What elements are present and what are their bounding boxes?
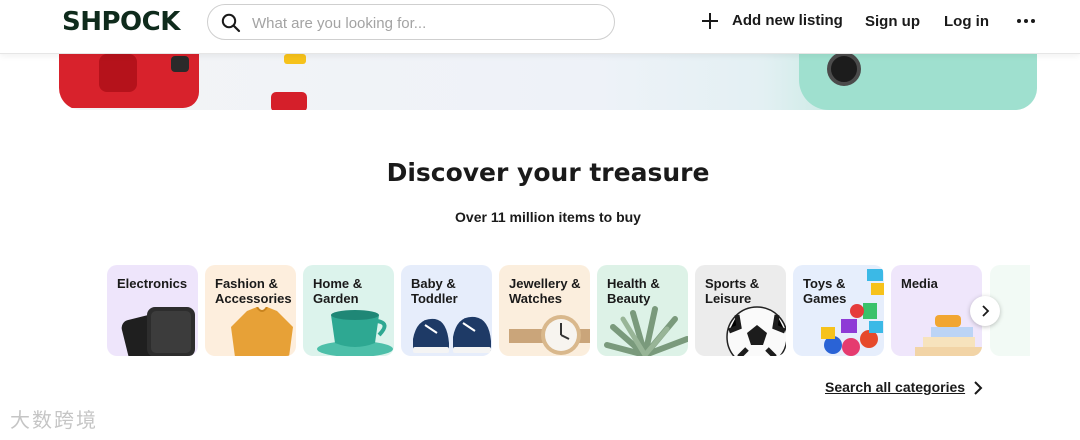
carousel-next-button[interactable] — [970, 296, 1000, 326]
sign-up-link[interactable]: Sign up — [865, 13, 920, 30]
add-listing-label: Add new listing — [732, 12, 843, 29]
category-carousel: Electronics Fashion & Accessories Home &… — [107, 265, 990, 356]
category-card-fashion[interactable]: Fashion & Accessories — [205, 265, 296, 356]
search-bar[interactable] — [207, 4, 615, 40]
add-listing-button[interactable]: Add new listing — [702, 12, 843, 29]
plant-icon — [604, 306, 688, 356]
category-card-baby-toddler[interactable]: Baby & Toddler — [401, 265, 492, 356]
toy-image-dark — [171, 56, 189, 72]
category-label: Baby & Toddler — [411, 276, 458, 306]
category-label: Sports & Leisure — [705, 276, 760, 306]
category-card-toys-games[interactable]: Toys & Games — [793, 265, 884, 356]
category-label: Jewellery & Watches — [509, 276, 581, 306]
category-label: Fashion & Accessories — [215, 276, 292, 306]
discover-title: Discover your treasure — [386, 158, 710, 187]
category-card-sports-leisure[interactable]: Sports & Leisure — [695, 265, 786, 356]
search-input[interactable] — [252, 13, 602, 33]
category-label: Home & Garden — [313, 276, 363, 306]
category-card-electronics[interactable]: Electronics — [107, 265, 198, 356]
chevron-right-icon — [982, 305, 990, 317]
watch-icon — [509, 315, 590, 355]
watermark-logo: 大数跨境 — [10, 408, 98, 432]
phone-camera-image — [827, 52, 861, 86]
category-card-home-garden[interactable]: Home & Garden — [303, 265, 394, 356]
cup-icon — [317, 310, 393, 356]
baby-shoes-icon — [413, 316, 491, 353]
category-card-jewellery-watches[interactable]: Jewellery & Watches — [499, 265, 590, 356]
category-card-health-beauty[interactable]: Health & Beauty — [597, 265, 688, 356]
sweater-icon — [231, 307, 293, 356]
smartphone-icon — [121, 307, 195, 356]
category-label: Health & Beauty — [607, 276, 660, 306]
category-label: Toys & Games — [803, 276, 847, 306]
top-header: SHPOCK Add new listing Sign up Log in — [0, 0, 1080, 54]
toy-image-yellow — [284, 54, 306, 64]
toy-image-red-small — [271, 92, 307, 110]
discover-subtitle: Over 11 million items to buy — [455, 209, 641, 225]
search-icon — [221, 13, 241, 33]
log-in-link[interactable]: Log in — [944, 13, 989, 30]
plus-icon — [702, 12, 718, 29]
category-card-media[interactable]: Media — [891, 265, 982, 356]
search-all-categories-link[interactable]: Search all categories — [825, 379, 965, 395]
category-label: Media — [901, 276, 938, 291]
football-icon — [726, 306, 786, 356]
shpock-logo[interactable]: SHPOCK — [62, 7, 180, 37]
more-menu-icon[interactable] — [1017, 19, 1035, 23]
category-label: Electronics — [117, 276, 188, 291]
chevron-right-icon — [974, 381, 983, 395]
